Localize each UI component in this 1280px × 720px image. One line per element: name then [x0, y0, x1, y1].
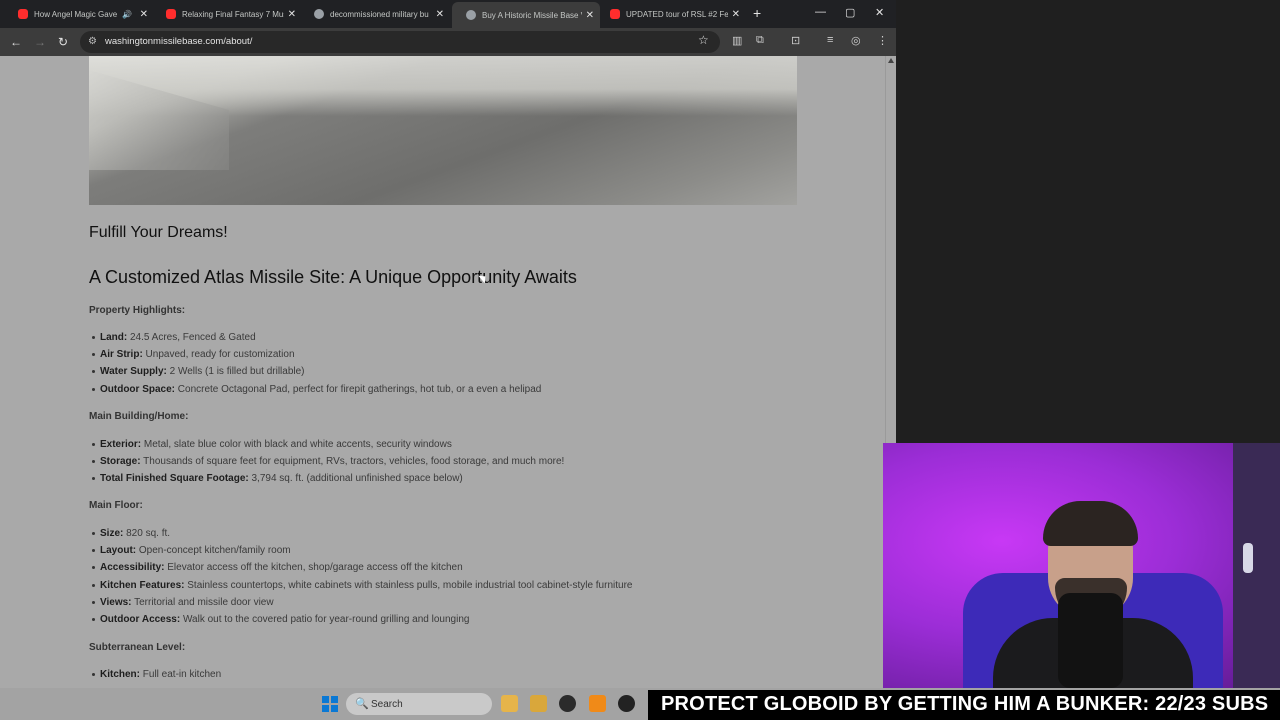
tab-title: How Angel Magic Gave U: [34, 9, 118, 19]
taskbar-app-icon[interactable]: [559, 695, 576, 712]
list-item: Water Supply: 2 Wells (1 is filled but d…: [92, 366, 305, 377]
list-item: Accessibility: Elevator access off the k…: [92, 562, 463, 573]
screen: How Angel Magic Gave U 🔊 ✕ Relaxing Fina…: [0, 0, 1280, 720]
section-title: Main Floor:: [89, 500, 143, 511]
tab-4[interactable]: UPDATED tour of RSL #2 Fell ✕: [596, 3, 746, 25]
minimize-button[interactable]: —: [815, 6, 826, 18]
close-tab-icon[interactable]: ✕: [436, 9, 444, 20]
close-tab-icon[interactable]: ✕: [586, 10, 594, 21]
list-item: Size: 820 sq. ft.: [92, 528, 170, 539]
list-item: Outdoor Access: Walk out to the covered …: [92, 614, 469, 625]
media-icon[interactable]: ≡: [827, 34, 833, 46]
tab-title: UPDATED tour of RSL #2 Fell: [626, 9, 728, 19]
windows-start-icon[interactable]: [322, 696, 338, 712]
webcam-person-hair: [1043, 501, 1138, 546]
taskbar-app-icon[interactable]: [530, 695, 547, 712]
list-item: Kitchen: Full eat-in kitchen: [92, 669, 221, 680]
list-item: Air Strip: Unpaved, ready for customizat…: [92, 349, 295, 360]
forward-button[interactable]: →: [34, 35, 46, 49]
youtube-icon: [166, 9, 176, 19]
taskbar-search-label: Search: [371, 699, 403, 710]
tab-3-active[interactable]: Buy A Historic Missile Base V ✕: [452, 2, 600, 28]
microphone: [1058, 593, 1123, 688]
youtube-icon: [18, 9, 28, 19]
back-button[interactable]: ←: [10, 35, 22, 49]
list-item: Layout: Open-concept kitchen/family room: [92, 545, 291, 556]
tab-0[interactable]: How Angel Magic Gave U 🔊 ✕: [4, 3, 154, 25]
extensions-icon[interactable]: ⧉: [756, 34, 764, 47]
stream-banner-text: PROTECT GLOBOID BY GETTING HIM A BUNKER:…: [661, 693, 1269, 715]
new-tab-button[interactable]: +: [753, 5, 761, 21]
section-title: Property Highlights:: [89, 305, 186, 316]
search-icon: 🔍: [355, 698, 369, 710]
globe-icon: [466, 10, 476, 20]
site-info-icon[interactable]: ⚙: [88, 36, 97, 47]
youtube-icon: [610, 9, 620, 19]
url-text: washingtonmissilebase.com/about/: [105, 36, 253, 47]
tab-title: decommissioned military bu: [330, 9, 429, 19]
list-item: Land: 24.5 Acres, Fenced & Gated: [92, 332, 256, 343]
close-tab-icon[interactable]: ✕: [732, 9, 740, 20]
profile-icon[interactable]: ◎: [851, 34, 861, 47]
tab-title: Relaxing Final Fantasy 7 Mus: [182, 9, 284, 19]
clipboard-icon[interactable]: ▥: [732, 34, 742, 47]
file-explorer-icon[interactable]: [501, 695, 518, 712]
list-item: Exterior: Metal, slate blue color with b…: [92, 439, 452, 450]
webcam-overlay: [883, 443, 1280, 688]
webcam-bottle: [1243, 543, 1253, 573]
list-item: Outdoor Space: Concrete Octagonal Pad, p…: [92, 384, 541, 395]
section-title: Main Building/Home:: [89, 411, 189, 422]
close-tab-icon[interactable]: ✕: [140, 9, 148, 20]
list-item: Kitchen Features: Stainless countertops,…: [92, 580, 632, 591]
tab-1[interactable]: Relaxing Final Fantasy 7 Mus ✕: [152, 3, 302, 25]
section-heading: Fulfill Your Dreams!: [89, 224, 228, 241]
browser-window: How Angel Magic Gave U 🔊 ✕ Relaxing Fina…: [0, 0, 896, 688]
speaker-icon[interactable]: 🔊: [122, 10, 132, 19]
tab-2[interactable]: decommissioned military bu ✕: [300, 3, 450, 25]
obs-icon[interactable]: [618, 695, 635, 712]
list-item: Views: Territorial and missile door view: [92, 597, 274, 608]
close-tab-icon[interactable]: ✕: [288, 9, 296, 20]
bookmark-star-icon[interactable]: ☆: [698, 33, 709, 47]
vlc-icon[interactable]: [589, 695, 606, 712]
desktop-background: [896, 0, 1280, 443]
reload-button[interactable]: ↻: [58, 35, 68, 49]
menu-icon[interactable]: ⋮: [877, 34, 888, 47]
maximize-button[interactable]: ▢: [845, 6, 855, 19]
scroll-up-arrow-icon[interactable]: [888, 58, 894, 63]
close-window-button[interactable]: ✕: [875, 6, 884, 19]
page-title: A Customized Atlas Missile Site: A Uniqu…: [89, 267, 577, 287]
webcam-background-shelf: [1233, 443, 1280, 688]
list-item: Total Finished Square Footage: 3,794 sq.…: [92, 473, 463, 484]
screenshot-icon[interactable]: ⊡: [791, 34, 800, 47]
globe-icon: [314, 9, 324, 19]
tab-title: Buy A Historic Missile Base V: [482, 10, 582, 20]
section-title: Subterranean Level:: [89, 642, 186, 653]
list-item: Storage: Thousands of square feet for eq…: [92, 456, 564, 467]
